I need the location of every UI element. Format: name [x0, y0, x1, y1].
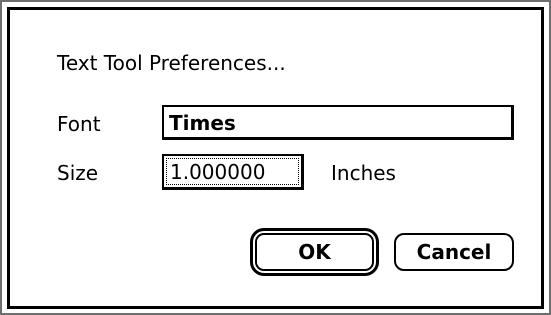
ok-button-label: OK	[255, 233, 374, 271]
dialog-window: Text Tool Preferences... Font Times Size…	[0, 0, 551, 315]
size-field[interactable]: 1.000000	[162, 154, 304, 190]
font-label: Font	[57, 112, 101, 136]
cancel-button[interactable]: Cancel	[394, 233, 514, 271]
ok-button[interactable]: OK	[250, 228, 379, 276]
dialog-title: Text Tool Preferences...	[57, 51, 286, 75]
font-field[interactable]: Times	[162, 105, 514, 140]
units-label: Inches	[331, 161, 396, 185]
font-field-value: Times	[169, 111, 236, 135]
size-field-value: 1.000000	[170, 160, 266, 184]
size-label: Size	[57, 161, 99, 185]
